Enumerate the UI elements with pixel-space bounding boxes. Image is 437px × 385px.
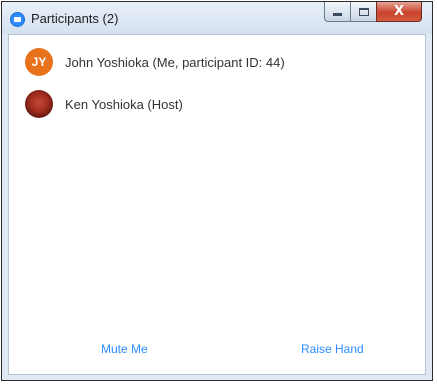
- maximize-icon: [358, 7, 369, 16]
- close-button[interactable]: X: [376, 2, 422, 22]
- avatar-initials: JY: [31, 55, 47, 69]
- participants-footer: Mute Me Raise Hand: [9, 342, 425, 362]
- mute-me-button[interactable]: Mute Me: [101, 342, 148, 356]
- participant-item[interactable]: JY John Yoshioka (Me, participant ID: 44…: [9, 43, 425, 83]
- participant-item[interactable]: Ken Yoshioka (Host): [9, 85, 425, 125]
- participant-name: John Yoshioka (Me, participant ID: 44): [65, 55, 285, 70]
- participants-window: Participants (2) X JY John Yoshioka (Me,…: [1, 1, 433, 381]
- window-controls: X: [324, 2, 422, 22]
- title-bar[interactable]: Participants (2) X: [2, 2, 432, 34]
- zoom-app-icon: [10, 12, 25, 27]
- participant-name: Ken Yoshioka (Host): [65, 97, 183, 112]
- minimize-icon: [333, 13, 342, 16]
- window-title: Participants (2): [31, 11, 119, 26]
- participants-list: JY John Yoshioka (Me, participant ID: 44…: [8, 34, 426, 375]
- avatar: JY: [25, 48, 53, 76]
- minimize-button[interactable]: [324, 2, 350, 22]
- maximize-button[interactable]: [350, 2, 376, 22]
- raise-hand-button[interactable]: Raise Hand: [301, 342, 364, 356]
- close-icon: X: [393, 4, 405, 19]
- avatar: [25, 90, 53, 118]
